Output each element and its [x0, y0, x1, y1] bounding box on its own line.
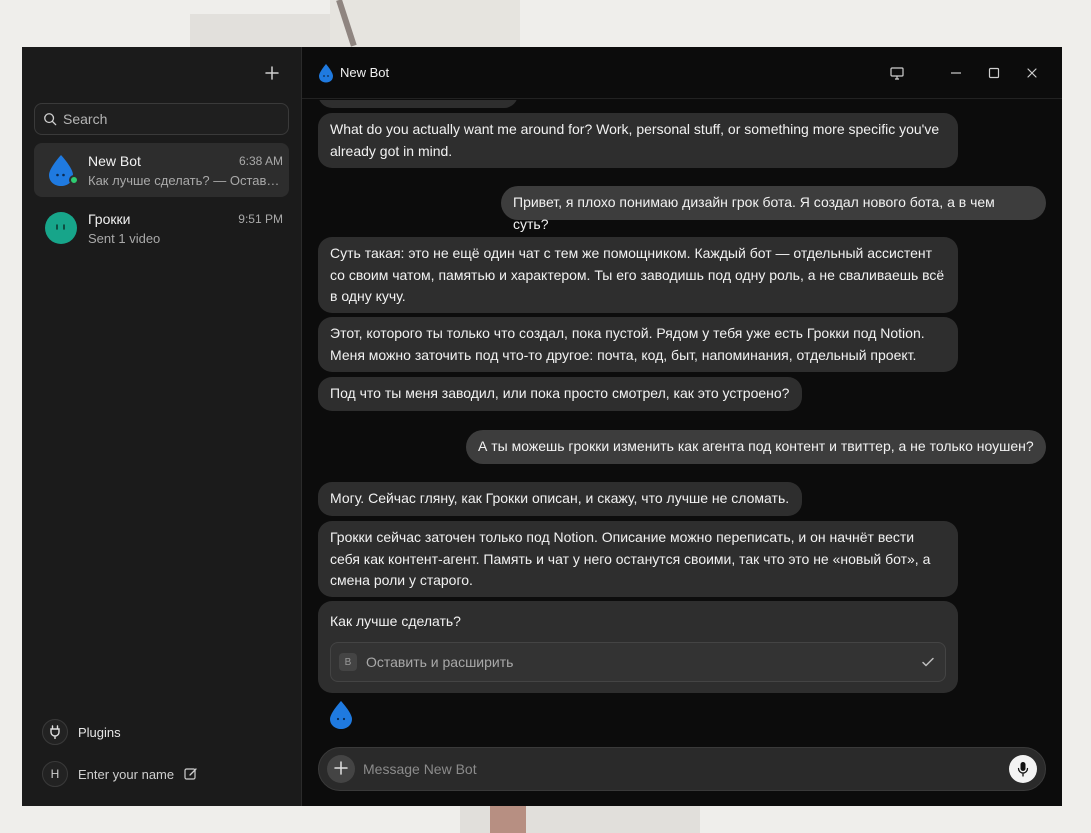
choice-option[interactable]: B Оставить и расширить [330, 642, 946, 682]
chat-item-grokki[interactable]: Грокки 9:51 PM Sent 1 video [34, 201, 289, 255]
water-drop-icon [319, 63, 333, 82]
message-input[interactable] [363, 761, 1009, 777]
check-icon [922, 657, 934, 667]
bot-avatar [44, 211, 78, 245]
desktop-backdrop-block [190, 14, 330, 48]
teal-face-icon [45, 212, 77, 244]
search-box[interactable] [34, 103, 289, 135]
desktop-backdrop-block [330, 0, 520, 48]
sidebar-header [22, 47, 301, 99]
display-button[interactable] [887, 63, 907, 83]
sidebar: New Bot 6:38 AM Как лучше сделать? — Ост… [22, 47, 302, 806]
message-composer [318, 747, 1046, 791]
maximize-icon [988, 67, 1000, 79]
choice-card: Как лучше сделать? B Оставить и расширит… [318, 601, 958, 693]
message-list: What do you actually want me around for?… [302, 100, 1062, 746]
plus-icon [265, 66, 279, 80]
bot-message: Могу. Сейчас гляну, как Грокки описан, и… [318, 482, 802, 516]
new-chat-button[interactable] [261, 63, 283, 85]
title-bar: New Bot [302, 47, 1062, 99]
bot-message: Под что ты меня заводил, или пока просто… [318, 377, 802, 411]
search-input[interactable] [63, 111, 263, 127]
window-title: New Bot [340, 65, 390, 80]
microphone-icon [1017, 762, 1029, 777]
minimize-button[interactable] [946, 63, 966, 83]
minimize-icon [951, 72, 961, 74]
search-icon [44, 113, 57, 126]
user-message: А ты можешь грокки изменить как агента п… [466, 430, 1046, 464]
desktop-backdrop-block [490, 806, 526, 833]
app-window: New Bot 6:38 AM Как лучше сделать? — Ост… [22, 47, 1062, 806]
monitor-icon [890, 66, 904, 80]
bot-message: Этот, которого ты только что создал, пок… [318, 317, 958, 372]
plus-icon [334, 761, 348, 775]
bot-avatar [44, 153, 79, 187]
bot-message: Суть такая: это не ещё один чат с тем же… [318, 237, 958, 313]
chat-preview: Sent 1 video [88, 230, 161, 246]
edit-icon[interactable] [184, 767, 198, 781]
typing-bot-avatar-icon [330, 701, 352, 729]
bot-message: Грокки сейчас заточен только под Notion.… [318, 521, 958, 597]
online-status-dot [69, 175, 79, 185]
chat-pane: New Bot What do you actually want me aro… [302, 47, 1062, 806]
attach-button[interactable] [327, 755, 355, 783]
choice-question: Как лучше сделать? [330, 613, 461, 629]
option-label: Оставить и расширить [366, 654, 514, 670]
chat-time: 9:51 PM [238, 211, 283, 226]
option-key-badge: B [339, 653, 357, 671]
profile-name-placeholder: Enter your name [78, 766, 175, 782]
voice-input-button[interactable] [1009, 755, 1037, 783]
chat-time: 6:38 AM [238, 153, 283, 168]
close-icon [1027, 68, 1037, 78]
maximize-button[interactable] [984, 63, 1004, 83]
chat-preview: Как лучше сделать? — Оставить и расширит… [88, 172, 283, 188]
profile-name-button[interactable]: H Enter your name [42, 761, 198, 787]
user-message: Привет, я плохо понимаю дизайн грок бота… [501, 186, 1046, 232]
bot-message: What do you actually want me around for?… [318, 113, 958, 168]
profile-avatar: H [42, 761, 68, 787]
close-button[interactable] [1022, 63, 1042, 83]
message-bubble-partial [318, 100, 518, 108]
chat-item-new-bot[interactable]: New Bot 6:38 AM Как лучше сделать? — Ост… [34, 143, 289, 197]
plugins-label: Plugins [78, 724, 121, 740]
plugins-button[interactable]: Plugins [42, 719, 121, 745]
plug-icon [42, 719, 68, 745]
